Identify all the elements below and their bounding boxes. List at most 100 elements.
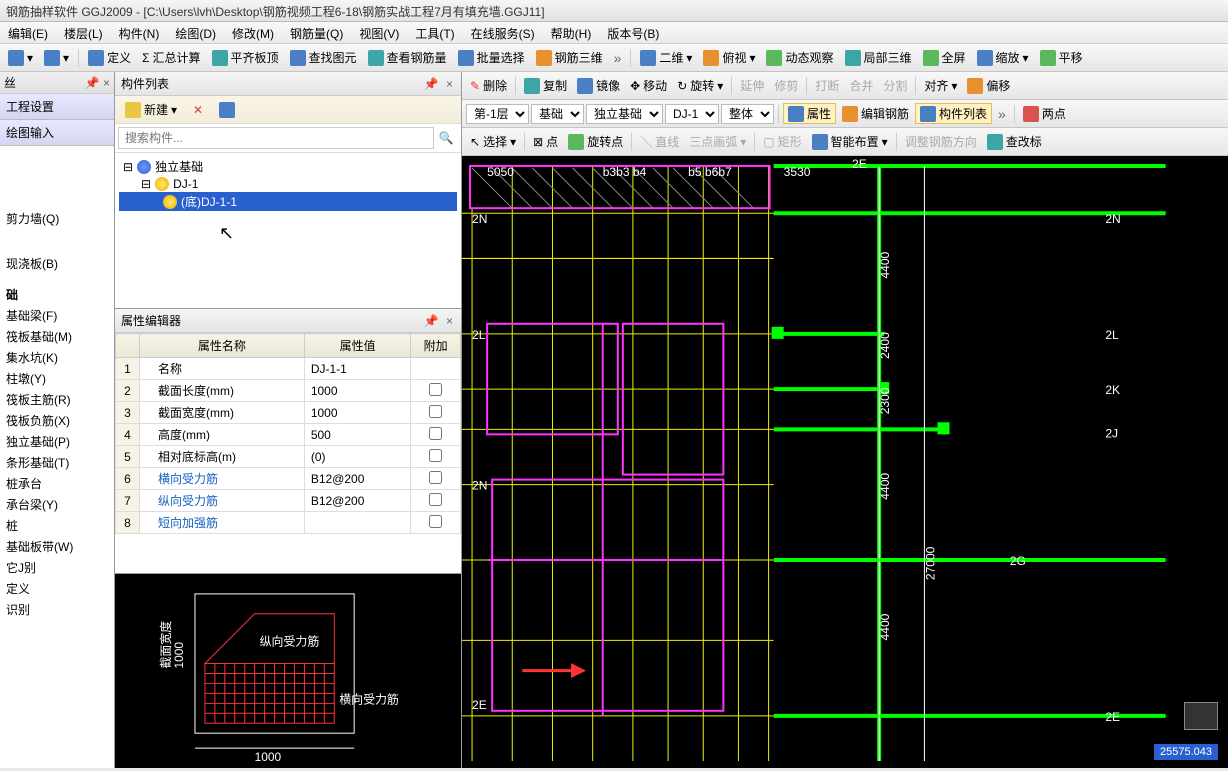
move-button[interactable]: ✥ 移动 (626, 75, 671, 96)
editrebar-button[interactable]: 编辑钢筋 (838, 103, 913, 124)
left-stripfnd[interactable]: 条形基础(T) (0, 452, 114, 473)
prop-row[interactable]: 1名称DJ-1-1 (116, 358, 461, 380)
prop-controls[interactable]: 📌 × (424, 314, 455, 328)
menu-edit[interactable]: 编辑(E) (0, 22, 56, 43)
trim-button[interactable]: 修剪 (770, 75, 802, 96)
cad-canvas[interactable]: 5050 3530 2E b3b3 b4b5 b6b7 2N 2L 2N 2E … (462, 156, 1228, 768)
split-button[interactable]: 分割 (879, 75, 911, 96)
prop-check[interactable] (429, 427, 442, 440)
tree-child[interactable]: ⊟ DJ-1 (119, 176, 457, 192)
pin-icon[interactable]: 📌 × (85, 76, 110, 90)
line-button[interactable]: ＼ 直线 (636, 131, 683, 152)
prop-check[interactable] (429, 515, 442, 528)
menu-online[interactable]: 在线服务(S) (463, 22, 543, 43)
left-raftmain[interactable]: 筏板主筋(R) (0, 389, 114, 410)
view2d-button[interactable]: 二维▾ (636, 47, 696, 68)
twopt-button[interactable]: 两点 (1019, 103, 1070, 124)
menu-version[interactable]: 版本号(B) (599, 22, 667, 43)
cat-select[interactable]: 基础 (531, 104, 584, 124)
minimap[interactable] (1184, 702, 1218, 730)
tree-leaf-selected[interactable]: (底)DJ-1-1 (119, 192, 457, 211)
level-button[interactable]: 平齐板顶 (208, 47, 283, 68)
complist-button[interactable]: 构件列表 (915, 103, 992, 124)
prop-row[interactable]: 3截面宽度(mm)1000 (116, 402, 461, 424)
left-define[interactable]: 定义 (0, 578, 114, 599)
left-fndstrip[interactable]: 基础板带(W) (0, 536, 114, 557)
left-other1[interactable]: 它J别 (0, 557, 114, 578)
prop-button[interactable]: 属性 (783, 103, 836, 124)
rebar3d-button[interactable]: 钢筋三维 (532, 47, 607, 68)
search-input[interactable] (118, 127, 434, 149)
smart-button[interactable]: 智能布置▾ (808, 131, 892, 152)
select-button[interactable]: ↖ 选择▾ (466, 131, 520, 152)
menu-help[interactable]: 帮助(H) (543, 22, 600, 43)
break-button[interactable]: 打断 (811, 75, 843, 96)
arc-button[interactable]: 三点画弧▾ (685, 131, 750, 152)
menu-floor[interactable]: 楼层(L) (56, 22, 111, 43)
menu-rebar[interactable]: 钢筋量(Q) (282, 22, 351, 43)
delete-button[interactable]: ✎删除 (466, 75, 511, 96)
left-foundation-head[interactable]: 础 (0, 284, 114, 305)
left-raftneg[interactable]: 筏板负筋(X) (0, 410, 114, 431)
new-button[interactable]: 新建 ▾ (121, 99, 181, 120)
mirror-button[interactable]: 镜像 (573, 75, 624, 96)
merge-button[interactable]: 合并 (845, 75, 877, 96)
prop-check[interactable] (429, 471, 442, 484)
rect-button[interactable]: ▢ 矩形 (759, 131, 805, 152)
left-capbeam[interactable]: 承台梁(Y) (0, 494, 114, 515)
menu-component[interactable]: 构件(N) (111, 22, 168, 43)
left-recognize[interactable]: 识别 (0, 599, 114, 620)
whole-select[interactable]: 整体 (721, 104, 774, 124)
copy-icon[interactable] (215, 100, 239, 120)
prop-check[interactable] (429, 493, 442, 506)
floor-select[interactable]: 第-1层 (466, 104, 529, 124)
prop-row[interactable]: 8短向加强筋 (116, 512, 461, 534)
pan-button[interactable]: 平移 (1036, 47, 1087, 68)
prop-row[interactable]: 4高度(mm)500 (116, 424, 461, 446)
menu-tool[interactable]: 工具(T) (407, 22, 462, 43)
left-shearwall[interactable]: 剪力墙(Q) (0, 208, 114, 229)
dyn-button[interactable]: 动态观察 (762, 47, 837, 68)
extend-button[interactable]: 延伸 (736, 75, 768, 96)
left-pier[interactable]: 柱墩(Y) (0, 368, 114, 389)
inst-select[interactable]: DJ-1 (665, 104, 719, 124)
left-slab[interactable]: 现浇板(B) (0, 253, 114, 274)
define-button[interactable]: 定义 (84, 47, 135, 68)
left-indfnd[interactable]: 独立基础(P) (0, 431, 114, 452)
adjdir-button[interactable]: 调整钢筋方向 (901, 131, 981, 152)
menu-modify[interactable]: 修改(M) (224, 22, 282, 43)
copy-button[interactable]: 复制 (520, 75, 571, 96)
redo-button[interactable]: ▾ (40, 48, 73, 68)
point-button[interactable]: ⊠ 点 (529, 131, 562, 152)
search-icon[interactable]: 🔍 (434, 127, 458, 149)
offset-button[interactable]: 偏移 (963, 75, 1014, 96)
prop-row[interactable]: 2截面长度(mm)1000 (116, 380, 461, 402)
rotate-button[interactable]: ↻ 旋转▾ (673, 75, 727, 96)
delete-icon[interactable]: ✕ (189, 101, 207, 119)
left-pile[interactable]: 桩 (0, 515, 114, 536)
block-draw[interactable]: 绘图输入 (0, 120, 114, 146)
menu-view[interactable]: 视图(V) (351, 22, 407, 43)
prop-row[interactable]: 7纵向受力筋B12@200 (116, 490, 461, 512)
left-pilecap[interactable]: 桩承台 (0, 473, 114, 494)
menu-draw[interactable]: 绘图(D) (167, 22, 224, 43)
tree-root[interactable]: ⊟ 独立基础 (119, 157, 457, 176)
overflow-icon[interactable]: » (610, 50, 626, 66)
prop-check[interactable] (429, 449, 442, 462)
find-button[interactable]: 查找图元 (286, 47, 361, 68)
type-select[interactable]: 独立基础 (586, 104, 663, 124)
panel-controls[interactable]: 📌 × (424, 77, 455, 91)
left-sump[interactable]: 集水坑(K) (0, 347, 114, 368)
prop-check[interactable] (429, 383, 442, 396)
align-button[interactable]: 对齐▾ (920, 75, 961, 96)
full-button[interactable]: 全屏 (919, 47, 970, 68)
sum-button[interactable]: Σ 汇总计算 (138, 47, 204, 68)
chklbl-button[interactable]: 查改标 (983, 131, 1046, 152)
prop-row[interactable]: 5相对底标高(m)(0) (116, 446, 461, 468)
left-fbeam[interactable]: 基础梁(F) (0, 305, 114, 326)
prop-check[interactable] (429, 405, 442, 418)
zoom-button[interactable]: 缩放▾ (973, 47, 1033, 68)
left-raft[interactable]: 筏板基础(M) (0, 326, 114, 347)
undo-button[interactable]: ▾ (4, 48, 37, 68)
topview-button[interactable]: 俯视▾ (699, 47, 759, 68)
